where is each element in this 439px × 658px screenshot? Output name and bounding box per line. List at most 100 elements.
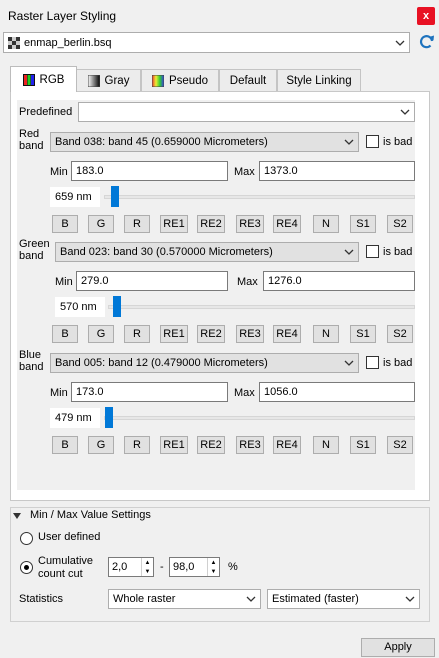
chevron-down-icon <box>400 107 410 117</box>
refresh-icon <box>419 35 434 49</box>
band-preset-button-re4[interactable]: RE4 <box>273 436 301 454</box>
collapse-arrow-icon[interactable] <box>12 511 22 521</box>
band-preset-button-n[interactable]: N <box>313 325 339 343</box>
statistics-value: Whole raster <box>113 593 176 605</box>
cut-low-value: 2,0 <box>112 561 128 573</box>
wavelength-slider-handle[interactable] <box>111 186 119 207</box>
band-preset-button-g[interactable]: G <box>88 215 114 233</box>
band-preset-button-r[interactable]: R <box>124 436 150 454</box>
is-bad-label: is bad <box>383 357 413 369</box>
band-combo[interactable]: Band 005: band 12 (0.479000 Micrometers) <box>50 353 359 373</box>
is-bad-checkbox[interactable] <box>366 356 379 369</box>
wavelength-slider-track[interactable] <box>108 305 415 309</box>
band-preset-button-s2[interactable]: S2 <box>387 215 413 233</box>
band-preset-button-s2[interactable]: S2 <box>387 325 413 343</box>
cut-low-spinbox[interactable]: 2,0 ▲ ▼ <box>108 557 154 577</box>
apply-button[interactable]: Apply <box>361 638 435 657</box>
band-preset-button-re1[interactable]: RE1 <box>160 325 188 343</box>
band-preset-button-re3[interactable]: RE3 <box>236 325 264 343</box>
max-input[interactable]: 1276.0 <box>263 271 415 291</box>
chevron-down-icon <box>344 137 354 147</box>
band-combo[interactable]: Band 023: band 30 (0.570000 Micrometers) <box>55 242 359 262</box>
user-defined-radio[interactable] <box>20 532 33 545</box>
max-label: Max <box>234 387 255 399</box>
min-input[interactable]: 279.0 <box>76 271 228 291</box>
tab-style-linking[interactable]: Style Linking <box>277 69 361 91</box>
band-preset-button-r[interactable]: R <box>124 215 150 233</box>
band-preset-button-re2[interactable]: RE2 <box>197 215 225 233</box>
band-label: Blue band <box>19 349 44 373</box>
band-preset-button-b[interactable]: B <box>52 325 78 343</box>
min-input[interactable]: 183.0 <box>71 161 228 181</box>
band-preset-button-b[interactable]: B <box>52 436 78 454</box>
chevron-down-icon <box>344 358 354 368</box>
max-input[interactable]: 1373.0 <box>259 161 415 181</box>
band-preset-button-g[interactable]: G <box>88 325 114 343</box>
statistics-label: Statistics <box>19 593 64 605</box>
cumulative-radio[interactable] <box>20 561 33 574</box>
spin-up-icon[interactable]: ▲ <box>142 558 153 567</box>
band-preset-button-re2[interactable]: RE2 <box>197 436 225 454</box>
min-label: Min <box>50 387 68 399</box>
is-bad-label: is bad <box>383 246 413 258</box>
predefined-combo[interactable] <box>78 102 415 122</box>
is-bad-checkbox[interactable] <box>366 135 379 148</box>
band-preset-button-re1[interactable]: RE1 <box>160 436 188 454</box>
band-preset-button-s2[interactable]: S2 <box>387 436 413 454</box>
band-preset-button-re4[interactable]: RE4 <box>273 325 301 343</box>
spin-up-icon[interactable]: ▲ <box>208 558 219 567</box>
band-label: Red band <box>19 128 44 152</box>
cut-high-spinbox[interactable]: 98,0 ▲ ▼ <box>169 557 220 577</box>
tab-pseudo[interactable]: Pseudo <box>141 69 219 91</box>
cumulative-label: Cumulative count cut <box>38 555 94 580</box>
layer-combo[interactable]: enmap_berlin.bsq <box>3 32 410 53</box>
band-preset-button-re4[interactable]: RE4 <box>273 215 301 233</box>
band-preset-button-s1[interactable]: S1 <box>350 325 376 343</box>
spinbox-arrows[interactable]: ▲ ▼ <box>141 558 153 576</box>
band-preset-button-re1[interactable]: RE1 <box>160 215 188 233</box>
band-preset-button-g[interactable]: G <box>88 436 114 454</box>
band-preset-button-re3[interactable]: RE3 <box>236 436 264 454</box>
tab-gray[interactable]: Gray <box>76 69 141 91</box>
percent-label: % <box>228 561 238 573</box>
is-bad-checkbox[interactable] <box>366 245 379 258</box>
band-preset-button-re2[interactable]: RE2 <box>197 325 225 343</box>
refresh-button[interactable] <box>418 33 436 51</box>
raster-layer-icon <box>8 36 20 49</box>
wavelength-display: 659 nm <box>50 187 100 207</box>
min-label: Min <box>55 276 73 288</box>
wavelength-slider-track[interactable] <box>104 195 415 199</box>
band-label: Green band <box>19 238 50 262</box>
tab-default-label: Default <box>229 74 267 87</box>
band-preset-button-re3[interactable]: RE3 <box>236 215 264 233</box>
spin-down-icon[interactable]: ▼ <box>142 567 153 576</box>
close-button[interactable]: x <box>417 7 435 25</box>
rgb-icon <box>22 73 35 86</box>
band-name: Band 023: band 30 (0.570000 Micrometers) <box>60 246 273 258</box>
statistics-combo[interactable]: Whole raster <box>108 589 261 609</box>
chevron-down-icon <box>344 247 354 257</box>
band-preset-button-b[interactable]: B <box>52 215 78 233</box>
radio-selected-dot <box>24 565 29 570</box>
wavelength-display: 479 nm <box>50 408 100 428</box>
window-title: Raster Layer Styling <box>8 9 117 23</box>
band-combo[interactable]: Band 038: band 45 (0.659000 Micrometers) <box>50 132 359 152</box>
wavelength-slider-track[interactable] <box>104 416 415 420</box>
band-preset-button-n[interactable]: N <box>313 436 339 454</box>
spinbox-arrows[interactable]: ▲ ▼ <box>207 558 219 576</box>
spin-down-icon[interactable]: ▼ <box>208 567 219 576</box>
accuracy-combo[interactable]: Estimated (faster) <box>267 589 420 609</box>
wavelength-slider-handle[interactable] <box>105 407 113 428</box>
band-preset-button-s1[interactable]: S1 <box>350 215 376 233</box>
band-preset-button-n[interactable]: N <box>313 215 339 233</box>
band-preset-button-r[interactable]: R <box>124 325 150 343</box>
band-name: Band 005: band 12 (0.479000 Micrometers) <box>55 357 268 369</box>
band-preset-button-s1[interactable]: S1 <box>350 436 376 454</box>
wavelength-slider-handle[interactable] <box>113 296 121 317</box>
tab-rgb[interactable]: RGB <box>10 66 77 92</box>
chevron-down-icon <box>395 38 405 48</box>
min-input[interactable]: 173.0 <box>71 382 228 402</box>
min-label: Min <box>50 166 68 178</box>
max-input[interactable]: 1056.0 <box>259 382 415 402</box>
tab-default[interactable]: Default <box>219 69 277 91</box>
